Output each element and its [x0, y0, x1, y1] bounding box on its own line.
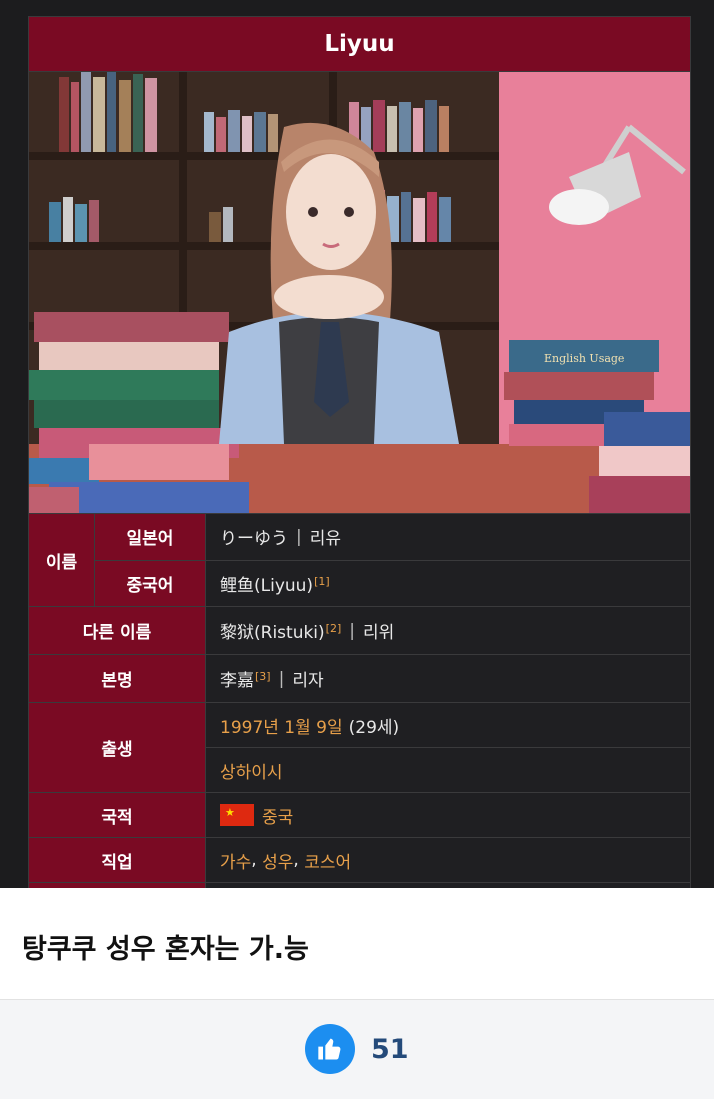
value-cutoff [206, 883, 690, 888]
row-occupation: 직업 가수, 성우, 코스어 [29, 837, 690, 882]
chinese-name: 鲤鱼(Liyuu) [220, 575, 314, 596]
value-nationality: ★ 중국 [206, 793, 690, 837]
row-real-name: 본명 李嘉 [3] | 리자 [29, 654, 690, 702]
infobox-title: Liyuu [29, 17, 690, 72]
footnote-link-2[interactable]: [2] [326, 622, 342, 635]
nationality-link[interactable]: 중국 [262, 803, 293, 828]
value-real-name: 李嘉 [3] | 리자 [206, 655, 690, 702]
job-link-voice-actor[interactable]: 성우 [262, 848, 293, 873]
label-nationality: 국적 [29, 793, 206, 837]
row-name: 이름 일본어 りーゆう | 리유 중국어 鲤鱼(Liyuu) [1] [29, 513, 690, 606]
post-footer [0, 1000, 714, 1099]
thumbs-up-icon [318, 1038, 341, 1060]
profile-photo: English Usage [29, 72, 690, 513]
birth-date-link[interactable]: 1997년 1월 9일 [220, 713, 343, 738]
separator: | [296, 526, 302, 547]
label-cutoff [29, 883, 206, 888]
label-birth: 출생 [29, 703, 206, 792]
label-chinese: 중국어 [95, 560, 206, 606]
row-nationality: 국적 ★ 중국 [29, 792, 690, 837]
like-button[interactable] [305, 1024, 355, 1074]
row-other-name: 다른 이름 黎狱(Ristuki) [2] | 리위 [29, 606, 690, 654]
separator: | [349, 620, 355, 641]
label-japanese: 일본어 [95, 514, 206, 560]
real-name-chinese: 李嘉 [220, 671, 254, 691]
other-name-chinese: 黎狱(Ristuki) [220, 623, 325, 643]
birth-place-link[interactable]: 상하이시 [206, 747, 690, 792]
label-other-name: 다른 이름 [29, 607, 206, 654]
value-japanese: りーゆう | 리유 [206, 514, 690, 560]
label-real-name: 본명 [29, 655, 206, 702]
real-name-hangul: 리자 [292, 671, 324, 691]
profile-infobox: Liyuu English Usage 이름 일본어 りーゆう | 리유 중국어… [28, 16, 691, 888]
china-flag-icon: ★ [220, 804, 254, 826]
value-chinese: 鲤鱼(Liyuu) [1] [206, 561, 690, 607]
japanese-hangul: 리유 [309, 529, 342, 550]
value-other-name: 黎狱(Ristuki) [2] | 리위 [206, 607, 690, 654]
other-name-hangul: 리위 [363, 623, 395, 643]
label-name: 이름 [29, 514, 95, 606]
row-cutoff [29, 882, 690, 888]
value-birth-date: 1997년 1월 9일 (29세) [206, 703, 690, 747]
screenshot-area: Liyuu English Usage 이름 일본어 りーゆう | 리유 중국어… [0, 0, 714, 888]
like-count: 51 [371, 1034, 409, 1065]
birth-age: (29세) [348, 717, 400, 738]
footnote-link-3[interactable]: [3] [255, 670, 271, 683]
row-birth: 출생 1997년 1월 9일 (29세) 상하이시 [29, 702, 690, 792]
footnote-link-1[interactable]: [1] [314, 575, 330, 588]
job-link-singer[interactable]: 가수 [220, 848, 251, 873]
label-occupation: 직업 [29, 838, 206, 882]
job-link-cosplayer[interactable]: 코스어 [304, 848, 351, 873]
japanese-kana: りーゆう [220, 529, 288, 550]
value-occupation: 가수, 성우, 코스어 [206, 838, 690, 882]
post-title: 탕쿠쿠 성우 혼자는 가.능 [22, 934, 309, 965]
svg-text:English Usage: English Usage [544, 352, 624, 365]
separator: | [278, 668, 285, 689]
